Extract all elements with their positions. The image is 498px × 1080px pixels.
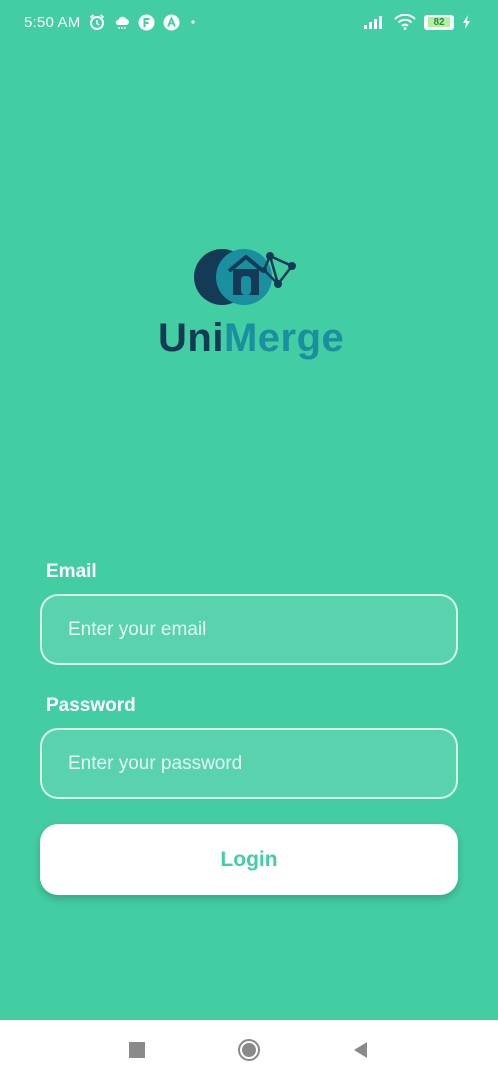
navigation-bar xyxy=(0,1020,498,1080)
alarm-icon xyxy=(88,13,106,31)
signal-icon xyxy=(364,15,386,29)
password-field-container[interactable] xyxy=(40,728,458,799)
home-circle-icon[interactable] xyxy=(237,1038,261,1062)
logo-wordmark: UniMerge xyxy=(158,316,344,361)
wifi-icon xyxy=(394,13,416,30)
status-time: 5:50 AM xyxy=(24,13,81,31)
status-right: 82 xyxy=(364,13,472,30)
back-triangle-icon[interactable] xyxy=(349,1038,373,1062)
email-field[interactable] xyxy=(42,596,456,663)
app-f-icon xyxy=(138,14,155,31)
email-label: Email xyxy=(46,561,97,582)
logo-text-merge: Merge xyxy=(223,316,345,360)
password-label: Password xyxy=(46,695,136,716)
logo-text-uni: Uni xyxy=(158,316,224,360)
password-field[interactable] xyxy=(42,730,456,797)
battery-level: 82 xyxy=(428,17,450,28)
dot-icon xyxy=(188,17,198,27)
charging-icon xyxy=(462,15,472,29)
house-network-icon xyxy=(192,244,302,306)
app-logo: UniMerge xyxy=(158,244,344,364)
status-left: 5:50 AM xyxy=(24,13,198,31)
app-a-icon xyxy=(163,14,180,31)
login-button[interactable]: Login xyxy=(40,824,458,895)
email-field-container[interactable] xyxy=(40,594,458,665)
battery-icon: 82 xyxy=(424,14,454,30)
cloud-icon xyxy=(114,15,130,29)
recents-square-icon[interactable] xyxy=(125,1038,149,1062)
status-bar: 5:50 AM 82 xyxy=(0,0,498,44)
